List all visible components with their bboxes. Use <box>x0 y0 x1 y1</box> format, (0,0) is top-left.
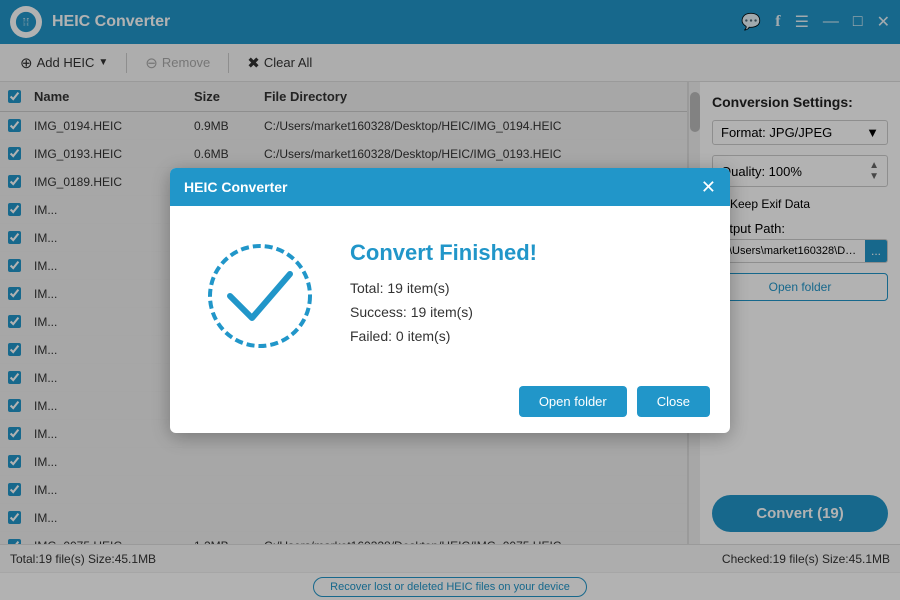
modal-content: Convert Finished! Total: 19 item(s) Succ… <box>350 240 700 352</box>
modal-open-folder-button[interactable]: Open folder <box>519 386 627 417</box>
modal-close-button-footer[interactable]: Close <box>637 386 710 417</box>
modal-failed: Failed: 0 item(s) <box>350 328 700 344</box>
modal-total: Total: 19 item(s) <box>350 280 700 296</box>
modal-overlay: HEIC Converter ✕ Convert Finished! Total… <box>0 0 900 600</box>
modal-success: Success: 19 item(s) <box>350 304 700 320</box>
modal-close-button[interactable]: ✕ <box>701 178 716 196</box>
modal-dialog: HEIC Converter ✕ Convert Finished! Total… <box>170 168 730 433</box>
modal-body: Convert Finished! Total: 19 item(s) Succ… <box>170 206 730 376</box>
modal-header: HEIC Converter ✕ <box>170 168 730 206</box>
modal-title: HEIC Converter <box>184 179 287 195</box>
success-check-icon <box>200 236 320 356</box>
modal-footer: Open folder Close <box>170 376 730 433</box>
modal-heading: Convert Finished! <box>350 240 700 266</box>
